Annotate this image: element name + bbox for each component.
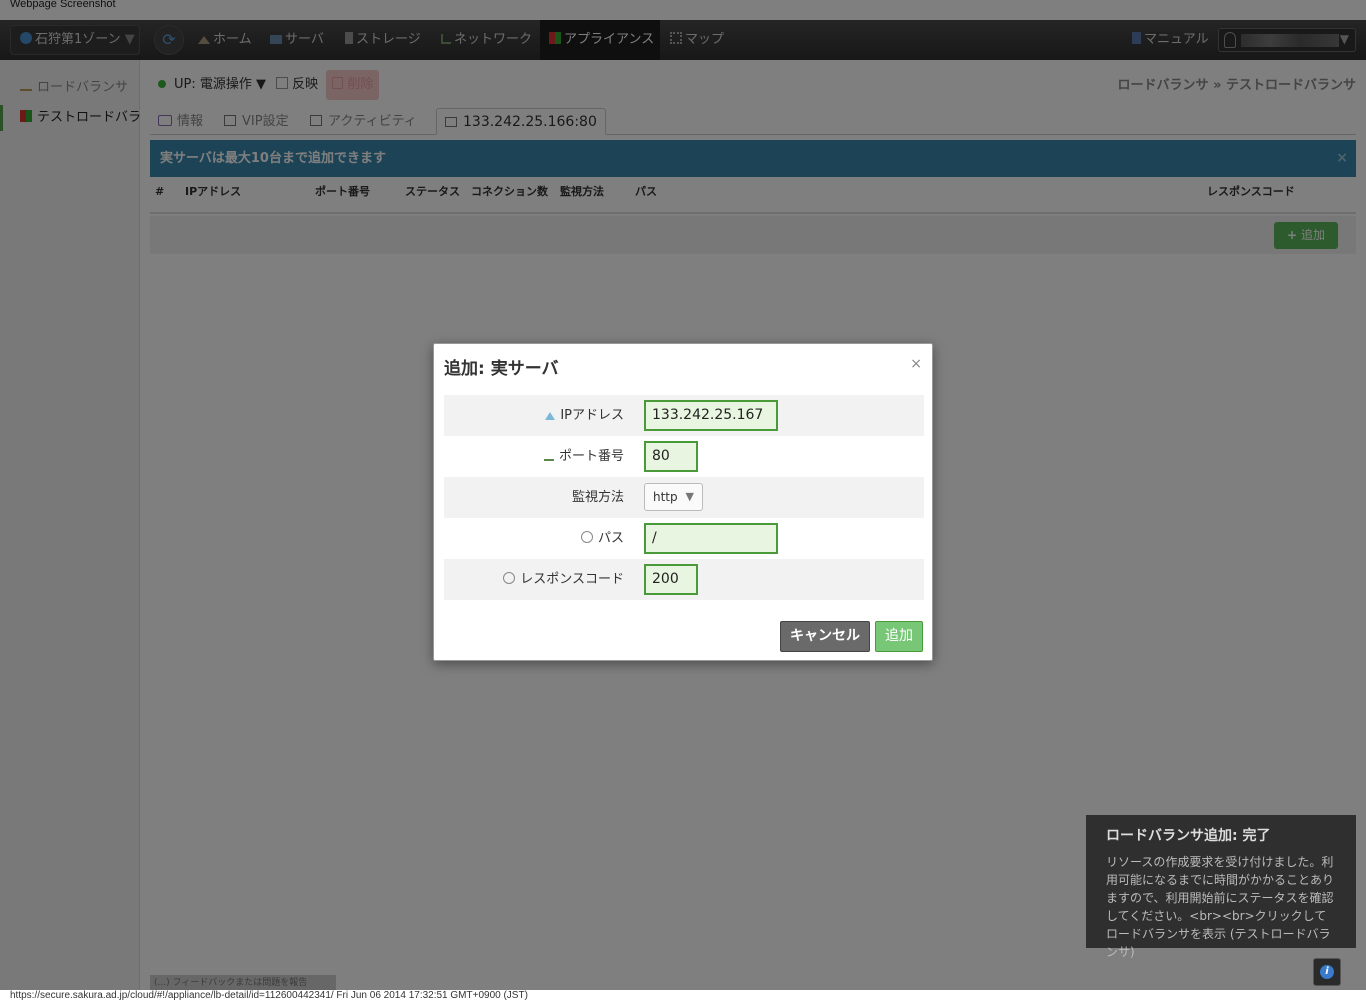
form-row-ip: IPアドレス 133.242.25.167 (444, 395, 924, 436)
form-row-port: ポート番号 80 (444, 436, 924, 477)
form-row-path: パス / (444, 518, 924, 559)
response-code-label: レスポンスコード (503, 559, 624, 600)
status-url: https://secure.sakura.ad.jp/cloud/#!/app… (0, 990, 1366, 1003)
port-input[interactable]: 80 (644, 441, 698, 472)
method-select-value: http (653, 490, 678, 504)
close-icon[interactable]: × (910, 356, 922, 372)
path-input[interactable]: / (644, 523, 778, 554)
cancel-button[interactable]: キャンセル (780, 621, 870, 652)
form-row-response-code: レスポンスコード 200 (444, 559, 924, 600)
info-icon: i (1320, 965, 1334, 979)
response-code-label-text: レスポンスコード (520, 572, 624, 587)
help-button[interactable]: i (1313, 958, 1341, 986)
response-code-input[interactable]: 200 (644, 564, 698, 595)
port-label: ポート番号 (543, 436, 624, 477)
dialog-title: 追加: 実サーバ (444, 359, 559, 379)
form-row-method: 監視方法 http ▼ (444, 477, 924, 518)
clock-icon (580, 531, 593, 543)
add-button[interactable]: 追加 (875, 621, 923, 652)
add-real-server-dialog: 追加: 実サーバ × IPアドレス 133.242.25.167 ポート番号 8… (433, 343, 933, 661)
port-label-text: ポート番号 (558, 449, 624, 464)
notification-toast[interactable]: ロードバランサ追加: 完了 リソースの作成要求を受け付けました。利用可能になるま… (1086, 815, 1356, 959)
chevron-down-icon: ▼ (685, 490, 694, 503)
ip-label-text: IPアドレス (560, 408, 624, 423)
method-label: 監視方法 (571, 490, 624, 505)
network-icon (543, 453, 554, 461)
toast-body: リソースの作成要求を受け付けました。利用可能になるまでに時間がかかることあります… (1106, 855, 1335, 959)
path-label-text: パス (597, 531, 624, 546)
toast-title: ロードバランサ追加: 完了 (1106, 828, 1271, 844)
flask-icon (545, 412, 556, 420)
ip-label: IPアドレス (545, 395, 624, 436)
clock-icon (503, 572, 516, 584)
ip-address-input[interactable]: 133.242.25.167 (644, 400, 778, 431)
method-select[interactable]: http ▼ (644, 483, 703, 511)
path-label: パス (580, 518, 624, 559)
